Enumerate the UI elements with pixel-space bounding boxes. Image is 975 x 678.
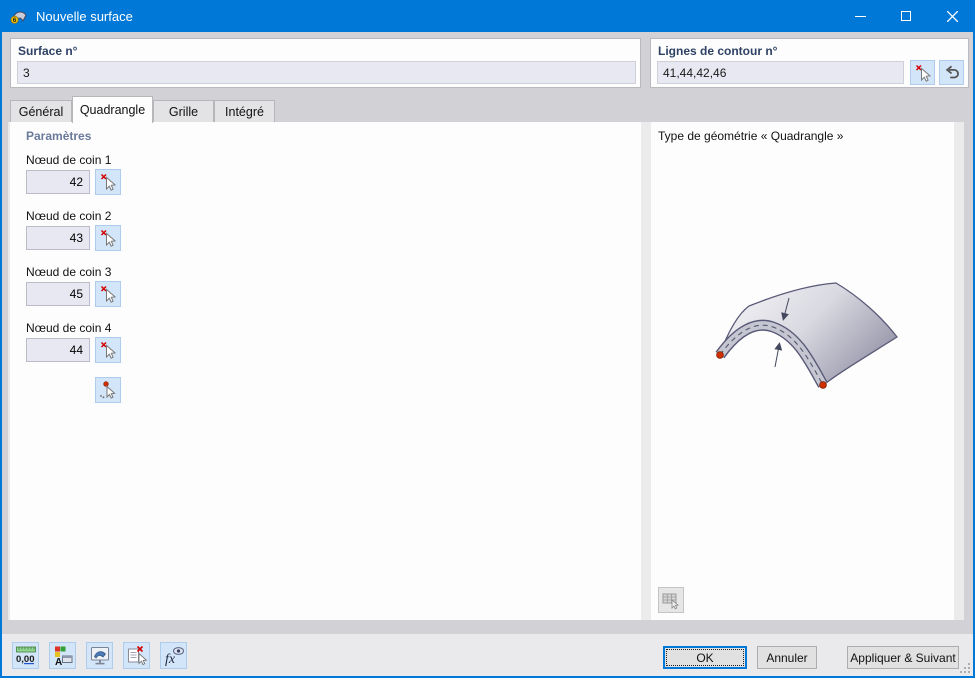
corner-node-4-label: Nœud de coin 4 bbox=[26, 321, 112, 335]
tab-quadrangle-label: Quadrangle bbox=[79, 103, 146, 117]
footer-bar: 0,00 A fx OK Annuler Appliquer & Suivant bbox=[2, 634, 973, 676]
minimize-icon bbox=[854, 15, 866, 17]
contour-lines-input[interactable] bbox=[657, 61, 904, 84]
surface-number-label: Surface n° bbox=[18, 44, 78, 58]
undo-selection-button[interactable] bbox=[939, 60, 964, 85]
corner-node-marker bbox=[819, 381, 827, 389]
contour-lines-group: Lignes de contour n° bbox=[650, 38, 969, 88]
corner-node-1-label: Nœud de coin 1 bbox=[26, 153, 112, 167]
new-surface-dialog: 6 Nouvelle surface Surface n° Lignes de … bbox=[0, 0, 975, 678]
surface-number-input[interactable] bbox=[17, 61, 636, 84]
surfaces-grid-icon bbox=[662, 593, 679, 610]
svg-text:A: A bbox=[55, 657, 62, 667]
corner-node-2-label: Nœud de coin 2 bbox=[26, 209, 112, 223]
tab-quadrangle[interactable]: Quadrangle bbox=[72, 96, 153, 123]
function-comment-button[interactable]: fx bbox=[160, 642, 187, 669]
surface-number-group: Surface n° bbox=[10, 38, 641, 88]
window-title: Nouvelle surface bbox=[36, 8, 133, 24]
corner-node-3-input[interactable] bbox=[26, 282, 90, 306]
tab-grille[interactable]: Grille bbox=[153, 100, 214, 122]
parameters-title: Paramètres bbox=[26, 129, 92, 143]
pick-nodes-cursor-icon bbox=[100, 381, 116, 399]
pick-corner-node-4-button[interactable] bbox=[95, 337, 121, 363]
apply-next-button[interactable]: Appliquer & Suivant bbox=[847, 646, 959, 669]
pick-cursor-icon bbox=[100, 285, 117, 303]
monitor-view-icon bbox=[90, 646, 109, 664]
resize-grip[interactable] bbox=[959, 662, 971, 674]
tab-integre-label: Intégré bbox=[225, 104, 264, 119]
display-properties-icon: A bbox=[54, 646, 72, 667]
tab-integre[interactable]: Intégré bbox=[214, 100, 275, 122]
quadrangle-surface-illustration bbox=[715, 282, 898, 389]
pick-corner-node-2-button[interactable] bbox=[95, 225, 121, 251]
function-icon: fx bbox=[165, 646, 184, 667]
tab-content-pane: Paramètres Nœud de coin 1 Nœud de coin 2… bbox=[8, 122, 964, 620]
pick-all-corner-nodes-button[interactable] bbox=[95, 377, 121, 403]
pick-cursor-icon bbox=[100, 341, 117, 359]
geometry-preview-panel: Type de géométrie « Quadrangle » bbox=[651, 122, 954, 620]
cancel-button[interactable]: Annuler bbox=[757, 646, 817, 669]
units-decimal-icon: 0,00 bbox=[16, 646, 36, 665]
maximize-icon bbox=[901, 11, 911, 21]
pick-corner-node-1-button[interactable] bbox=[95, 169, 121, 195]
contour-lines-label: Lignes de contour n° bbox=[658, 44, 778, 58]
tab-general-label: Général bbox=[18, 104, 64, 119]
corner-node-4-input[interactable] bbox=[26, 338, 90, 362]
corner-node-2-input[interactable] bbox=[26, 226, 90, 250]
undo-arrow-icon bbox=[945, 65, 959, 78]
pick-cursor-icon bbox=[100, 173, 117, 191]
parameters-panel: Paramètres Nœud de coin 1 Nœud de coin 2… bbox=[10, 122, 641, 620]
titlebar[interactable]: 6 Nouvelle surface bbox=[0, 0, 975, 32]
pick-lines-button[interactable] bbox=[910, 60, 935, 85]
close-icon bbox=[946, 10, 958, 22]
svg-text:fx: fx bbox=[165, 652, 176, 667]
corner-node-marker bbox=[716, 351, 724, 359]
maximize-button[interactable] bbox=[883, 0, 929, 32]
display-properties-button[interactable]: A bbox=[49, 642, 76, 669]
ok-button[interactable]: OK bbox=[663, 646, 747, 669]
delete-via-pick-button[interactable] bbox=[123, 642, 150, 669]
units-settings-button[interactable]: 0,00 bbox=[12, 642, 39, 669]
corner-node-1-input[interactable] bbox=[26, 170, 90, 194]
surface-app-icon: 6 bbox=[10, 7, 28, 25]
pick-cursor-icon bbox=[100, 229, 117, 247]
pick-corner-node-3-button[interactable] bbox=[95, 281, 121, 307]
tab-general[interactable]: Général bbox=[10, 100, 72, 122]
corner-node-3-label: Nœud de coin 3 bbox=[26, 265, 112, 279]
footer-toolbar: 0,00 A fx bbox=[12, 642, 187, 669]
geometry-type-title: Type de géométrie « Quadrangle » bbox=[658, 129, 844, 143]
tab-grille-label: Grille bbox=[168, 104, 199, 119]
svg-text:6: 6 bbox=[13, 17, 17, 24]
close-button[interactable] bbox=[929, 0, 975, 32]
delete-document-pick-icon bbox=[127, 645, 147, 665]
pick-cursor-icon bbox=[915, 64, 931, 82]
view-options-button[interactable] bbox=[86, 642, 113, 669]
minimize-button[interactable] bbox=[837, 0, 883, 32]
edit-surfaces-button bbox=[658, 587, 684, 613]
